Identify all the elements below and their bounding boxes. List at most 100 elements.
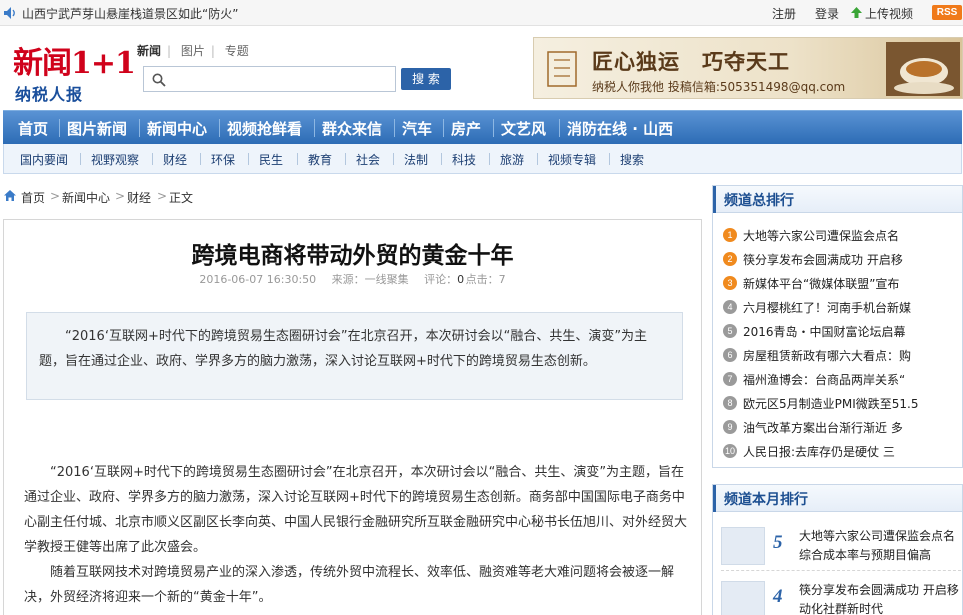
nav-divider <box>219 119 220 137</box>
subnav-divider <box>609 153 610 165</box>
ad-banner[interactable]: 匠心独运 巧夺天工 纳税人你我他 投稿信箱:505351498@qq.com <box>533 37 963 99</box>
month-rank-panel: 频道本月排行 5 大地等六家公司遭保监会点名 综合成本率与预期目偏高 4 筷分享… <box>712 484 963 615</box>
search-icon <box>152 73 166 87</box>
rank-item-link[interactable]: 大地等六家公司遭保监会点名 <box>743 227 899 244</box>
rank-item-link[interactable]: 福州渔博会：台商品两岸关系“ <box>743 371 905 388</box>
subnav-vision[interactable]: 视野观察 <box>91 151 139 168</box>
rank-item[interactable]: 2 筷分享发布会圆满成功 开启移 <box>723 248 958 270</box>
month-rank-link[interactable]: 筷分享发布会圆满成功 开启移动化社群新时代 <box>799 581 959 615</box>
rank-item-link[interactable]: 2016青岛・中国财富论坛启幕 <box>743 323 906 340</box>
breadcrumb-finance[interactable]: 财经 <box>127 189 151 206</box>
rank-item[interactable]: 8 欧元区5月制造业PMI微跌至51.5 <box>723 392 958 414</box>
rank-item-link[interactable]: 油气改革方案出台渐行渐近 多 <box>743 419 903 436</box>
clicks-label: 点击： <box>465 273 499 286</box>
rank-item-link[interactable]: 房屋租赁新政有哪六大看点：购 <box>743 347 911 364</box>
breadcrumb-separator: > <box>157 189 168 203</box>
rank-item-link[interactable]: 新媒体平台“微媒体联盟”宣布 <box>743 275 899 292</box>
nav-item-video[interactable]: 视频抢鲜看 <box>227 118 302 139</box>
subnav-environment[interactable]: 环保 <box>211 151 235 168</box>
thumbnail-image[interactable] <box>721 527 765 565</box>
search-input-box <box>143 66 396 92</box>
nav-divider <box>493 119 494 137</box>
subnav-education[interactable]: 教育 <box>308 151 332 168</box>
comment-count[interactable]: 0 <box>457 273 464 286</box>
logo-main-text: 新闻1+1 <box>13 46 136 81</box>
rank-item[interactable]: 3 新媒体平台“微媒体联盟”宣布 <box>723 272 958 294</box>
panel-title: 频道本月排行 <box>724 492 808 508</box>
subnav-divider <box>537 153 538 165</box>
upload-video-link[interactable]: 上传视频 <box>865 5 913 22</box>
rank-item[interactable]: 5 2016青岛・中国财富论坛启幕 <box>723 320 958 342</box>
subnav-finance[interactable]: 财经 <box>163 151 187 168</box>
nav-divider <box>559 119 560 137</box>
breadcrumb: 首页 > 新闻中心 > 财经 > 正文 <box>3 186 703 208</box>
subnav-divider <box>80 153 81 165</box>
rank-item[interactable]: 10 人民日报:去库存仍是硬仗 三 <box>723 440 958 462</box>
article-clicks: 点击：7 <box>466 273 506 286</box>
comments-label: 评论： <box>424 273 458 286</box>
search-tab-news[interactable]: 新闻 <box>137 44 161 58</box>
nav-item-auto[interactable]: 汽车 <box>402 118 432 139</box>
nav-divider <box>394 119 395 137</box>
subnav-livelihood[interactable]: 民生 <box>259 151 283 168</box>
site-logo[interactable]: 新闻1+1 纳税人报 <box>10 36 136 104</box>
register-link[interactable]: 注册 <box>772 5 796 22</box>
nav-item-news-center[interactable]: 新闻中心 <box>147 118 207 139</box>
rank-number: 3 <box>723 276 737 290</box>
breadcrumb-home[interactable]: 首页 <box>21 189 45 206</box>
rank-item[interactable]: 4 六月樱桃红了！河南手机台新媒 <box>723 296 958 318</box>
subnav-divider <box>297 153 298 165</box>
rank-number: 9 <box>723 420 737 434</box>
subnav-society[interactable]: 社会 <box>356 151 380 168</box>
subnav-domestic[interactable]: 国内要闻 <box>20 151 68 168</box>
month-rank-item[interactable]: 4 筷分享发布会圆满成功 开启移动化社群新时代 <box>721 577 961 615</box>
panel-header: 频道本月排行 <box>713 485 962 512</box>
nav-item-fire-shanxi[interactable]: 消防在线 · 山西 <box>567 118 673 139</box>
breadcrumb-separator: > <box>115 189 126 203</box>
rss-button[interactable]: RSS <box>932 5 962 20</box>
breadcrumb-news-center[interactable]: 新闻中心 <box>62 189 110 206</box>
rank-item[interactable]: 1 大地等六家公司遭保监会点名 <box>723 224 958 246</box>
subnav-law[interactable]: 法制 <box>404 151 428 168</box>
search-tab-topics[interactable]: 专题 <box>225 44 249 58</box>
subnav-divider <box>152 153 153 165</box>
speaker-icon <box>4 7 15 19</box>
rank-item-link[interactable]: 人民日报:去库存仍是硬仗 三 <box>743 443 895 460</box>
nav-item-realty[interactable]: 房产 <box>451 118 481 139</box>
nav-item-arts[interactable]: 文艺风 <box>501 118 546 139</box>
nav-divider <box>443 119 444 137</box>
rank-number: 2 <box>723 252 737 266</box>
rank-item-link[interactable]: 筷分享发布会圆满成功 开启移 <box>743 251 903 268</box>
seal-decoration-icon <box>547 51 577 87</box>
rank-item[interactable]: 9 油气改革方案出台渐行渐近 多 <box>723 416 958 438</box>
login-link[interactable]: 登录 <box>815 5 839 22</box>
nav-item-photo-news[interactable]: 图片新闻 <box>67 118 127 139</box>
rank-item[interactable]: 7 福州渔博会：台商品两岸关系“ <box>723 368 958 390</box>
upload-arrow-icon <box>851 7 862 18</box>
subnav-divider <box>248 153 249 165</box>
breadcrumb-separator: > <box>50 189 61 203</box>
panel-header: 频道总排行 <box>713 186 962 213</box>
search-button[interactable]: 搜 索 <box>401 68 451 90</box>
search-tab-pictures[interactable]: 图片 <box>181 44 205 58</box>
subnav-search[interactable]: 搜索 <box>620 151 644 168</box>
rank-item-link[interactable]: 六月樱桃红了！河南手机台新媒 <box>743 299 911 316</box>
subnav-travel[interactable]: 旅游 <box>500 151 524 168</box>
sub-nav: 国内要闻 视野观察 财经 环保 民生 教育 社会 法制 科技 旅游 视频专辑 搜… <box>3 144 962 174</box>
subnav-video-albums[interactable]: 视频专辑 <box>548 151 596 168</box>
nav-item-home[interactable]: 首页 <box>18 118 48 139</box>
banner-slogan: 匠心独运 巧夺天工 <box>592 49 790 74</box>
main-nav: 首页 图片新闻 新闻中心 视频抢鲜看 群众来信 汽车 房产 文艺风 消防在线 ·… <box>3 110 962 144</box>
month-rank-item[interactable]: 5 大地等六家公司遭保监会点名 综合成本率与预期目偏高 <box>721 523 961 571</box>
rank-item-link[interactable]: 欧元区5月制造业PMI微跌至51.5 <box>743 395 918 412</box>
article-paragraph: “2016‘互联网+时代下的跨境贸易生态圈研讨会”在北京召开，本次研讨会以“融合… <box>24 465 688 555</box>
nav-item-letters[interactable]: 群众来信 <box>322 118 382 139</box>
news-ticker-link[interactable]: 山西宁武芦芽山悬崖栈道景区如此“防火” <box>22 5 238 22</box>
month-rank-link[interactable]: 大地等六家公司遭保监会点名 综合成本率与预期目偏高 <box>799 527 959 567</box>
subnav-tech[interactable]: 科技 <box>452 151 476 168</box>
rank-item[interactable]: 6 房屋租赁新政有哪六大看点：购 <box>723 344 958 366</box>
thumbnail-image[interactable] <box>721 581 765 615</box>
search-input[interactable] <box>174 69 389 89</box>
article-date: 2016-06-07 16:30:50 <box>199 273 317 286</box>
rank-number: 8 <box>723 396 737 410</box>
